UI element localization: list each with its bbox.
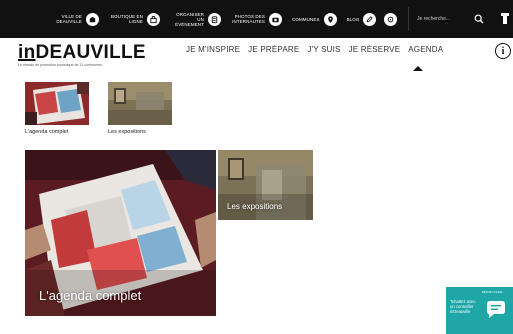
thumbnail-caption-expositions[interactable]: Les expositions xyxy=(108,129,146,135)
tile-label-expositions: Les expositions xyxy=(227,202,283,211)
city-icon xyxy=(86,12,99,26)
topbar-organiser-evenement[interactable]: ORGANISER UN ÉVÉNEMENT xyxy=(170,12,221,27)
nav-je-reserve[interactable]: JE RÉSERVE xyxy=(349,45,401,54)
nav-agenda[interactable]: AGENDA xyxy=(408,45,443,54)
info-button[interactable]: i xyxy=(495,43,511,59)
chat-text: Tchattez avec un conseiller inDeauville xyxy=(450,299,476,314)
logo-name: DEAUVILLE xyxy=(35,42,146,63)
topbar-communes[interactable]: COMMUNES xyxy=(292,12,337,26)
shop-icon xyxy=(147,12,160,26)
topbar-photos-internautes[interactable]: PHOTOS DES INTERNAUTES xyxy=(231,12,282,26)
topbar-item-label: BOUTIQUE EN LIGNE xyxy=(110,14,143,24)
expositions-thumbnail-image xyxy=(108,82,172,125)
logo-prefix: in xyxy=(18,42,36,63)
nav-active-caret-icon xyxy=(413,66,423,71)
camera-icon xyxy=(269,12,282,26)
thumbnail-caption-agenda[interactable]: L'agenda complet xyxy=(25,129,68,135)
tile-expositions[interactable]: Les expositions xyxy=(218,150,313,220)
tile-label-agenda: L'agenda complet xyxy=(39,288,142,303)
agenda-thumbnail-image xyxy=(25,82,89,125)
search-box xyxy=(408,7,492,31)
topbar-item-label: ORGANISER UN ÉVÉNEMENT xyxy=(175,11,204,27)
topbar-item-label: VILLE DE DEAUVILLE xyxy=(56,14,82,24)
location-pin-icon xyxy=(323,12,337,26)
blog-icon xyxy=(363,12,377,26)
topbar-ville-de-deauville[interactable]: VILLE DE DEAUVILLE xyxy=(48,12,99,26)
main-nav: JE M'INSPIRE JE PRÉPARE J'Y SUIS JE RÉSE… xyxy=(186,45,443,54)
chat-bubble-icon xyxy=(487,301,505,318)
top-bar: VILLE DE DEAUVILLE BOUTIQUE EN LIGNE ORG… xyxy=(0,0,513,38)
social-icon[interactable] xyxy=(384,12,398,26)
topbar-boutique-en-ligne[interactable]: BOUTIQUE EN LIGNE xyxy=(109,12,160,26)
topbar-blog[interactable]: BLOG xyxy=(346,12,377,26)
search-input[interactable] xyxy=(417,16,475,22)
thumbnail-expositions[interactable] xyxy=(108,82,172,125)
search-icon[interactable] xyxy=(474,14,484,24)
nav-je-minspire[interactable]: JE M'INSPIRE xyxy=(186,45,240,54)
topbar-item-label: PHOTOS DES INTERNAUTES xyxy=(232,14,265,24)
chat-help-label: BESOIN D'AIDE xyxy=(482,290,503,294)
nav-jy-suis[interactable]: J'Y SUIS xyxy=(307,45,340,54)
nav-je-prepare[interactable]: JE PRÉPARE xyxy=(248,45,299,54)
site-logo[interactable]: inDEAUVILLE Le réseau de promotion touri… xyxy=(18,42,146,67)
topbar-item-label: COMMUNES xyxy=(292,16,320,22)
cart-icon[interactable] xyxy=(500,12,510,25)
thumbnail-agenda[interactable] xyxy=(25,82,89,125)
topbar-item-label: BLOG xyxy=(346,16,360,22)
chat-widget[interactable]: BESOIN D'AIDE Tchattez avec un conseille… xyxy=(446,287,513,334)
event-icon xyxy=(208,12,221,26)
tile-agenda-complet[interactable]: L'agenda complet xyxy=(25,150,216,316)
